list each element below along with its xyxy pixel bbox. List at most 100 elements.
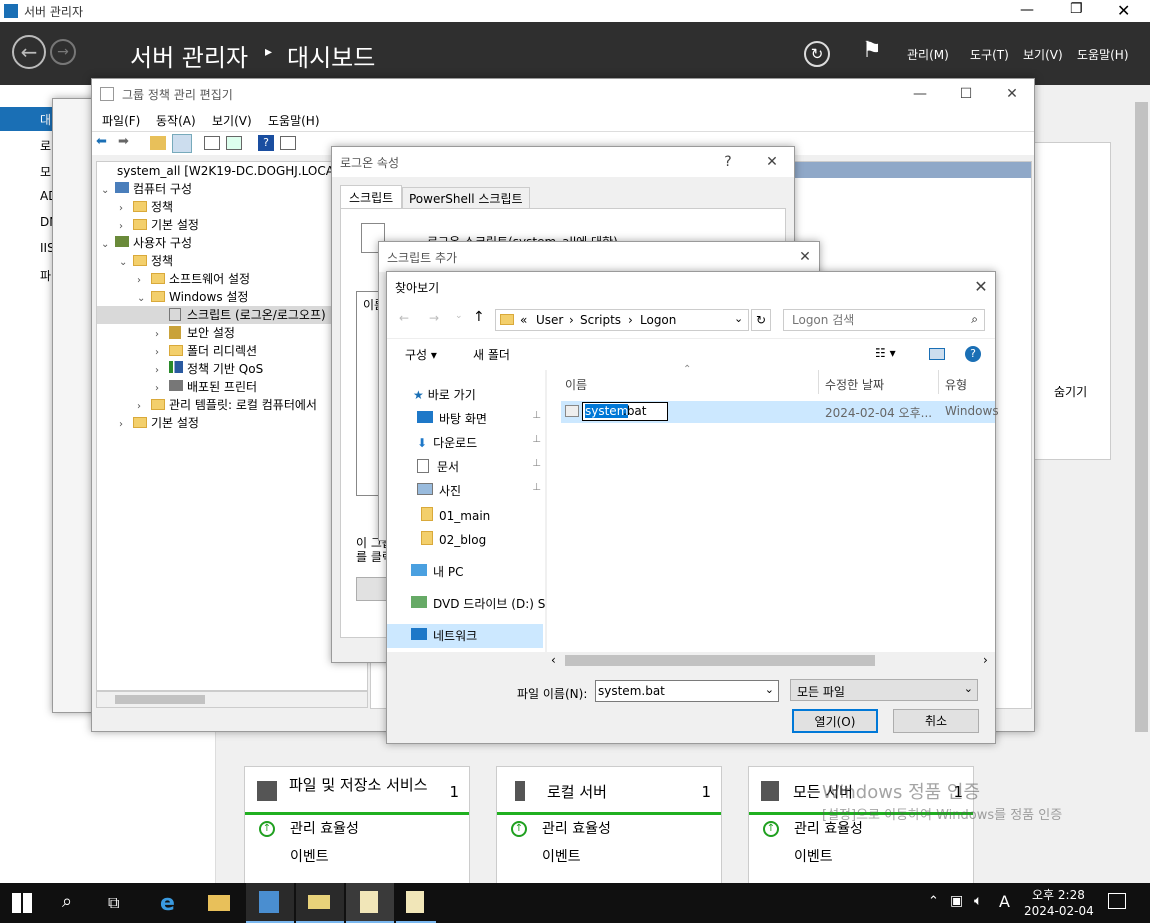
tree-item[interactable]: ⌄ 사용자 구성 (97, 234, 367, 252)
menu-action[interactable]: 동작(A) (156, 112, 196, 129)
organize-button[interactable]: 구성 ▾ (405, 346, 437, 363)
path-scripts[interactable]: Scripts (580, 313, 621, 327)
tile-row[interactable]: ↑ 관리 효율성 (245, 815, 469, 843)
sm-scrollbar[interactable] (1133, 85, 1150, 883)
path-user[interactable]: User (536, 313, 563, 327)
tree-item[interactable]: ⌄ 정책 (97, 252, 367, 270)
nav-documents[interactable]: 문서 ⊥ (417, 458, 543, 475)
task-view-icon[interactable]: ⧉ (108, 893, 119, 913)
export-icon[interactable] (226, 136, 242, 150)
tree-item[interactable]: › 관리 템플릿: 로컬 컴퓨터에서 (97, 396, 367, 414)
file-row[interactable]: system .bat 2024-02-04 오후... Windows (561, 401, 999, 423)
tree-item[interactable]: › 기본 설정 (97, 216, 367, 234)
back-icon[interactable]: ← (12, 35, 46, 69)
nav-folder-blog[interactable]: 02_blog (421, 531, 486, 547)
tile-local-server[interactable]: 로컬 서버 1 ↑ 관리 효율성 이벤트 (496, 766, 722, 886)
explorer-icon[interactable] (208, 895, 230, 911)
column-type[interactable]: 유형 (945, 376, 967, 393)
list-hscrollbar[interactable]: ‹ › (547, 652, 995, 669)
refresh-icon[interactable]: ↻ (804, 41, 830, 67)
tree-item[interactable]: › 배포된 프린터 (97, 378, 367, 396)
volume-icon[interactable]: 🔈︎ (974, 893, 982, 909)
recent-dropdown-icon[interactable]: ⌄ (455, 311, 463, 321)
nav-network[interactable]: 네트워크 (387, 624, 543, 648)
rename-box[interactable]: system .bat (582, 402, 668, 421)
column-date[interactable]: 수정한 날짜 (825, 376, 884, 393)
menu-manage[interactable]: 관리(M) (907, 46, 949, 63)
menu-tools[interactable]: 도구(T) (970, 46, 1009, 63)
properties-icon[interactable] (204, 136, 220, 150)
tile-row[interactable]: 이벤트 (245, 843, 469, 871)
address-bar[interactable]: « User › Scripts › Logon ⌄ (495, 309, 749, 331)
preview-pane-icon[interactable] (929, 348, 945, 360)
chevron-left-icon[interactable]: ‹ (551, 653, 556, 667)
tree-item-selected[interactable]: 스크립트 (로그온/로그오프) (97, 306, 367, 324)
search-icon[interactable]: ⌕ (62, 891, 72, 912)
menu-help[interactable]: 도움말(H) (1077, 46, 1129, 63)
nav-pictures[interactable]: 사진 ⊥ (417, 482, 543, 499)
ime-indicator[interactable]: A (999, 892, 1010, 911)
tree-item[interactable]: › 폴더 리디렉션 (97, 342, 367, 360)
sidebar-item-all[interactable]: 모 (40, 163, 51, 180)
gpme-taskbar-icon[interactable] (346, 883, 394, 923)
nav-quick-access[interactable]: ★ 바로 가기 (413, 386, 476, 403)
tree-item[interactable]: › 소프트웨어 설정 (97, 270, 367, 288)
help-icon[interactable]: ? (965, 346, 981, 362)
tile-row[interactable]: 이벤트 (497, 843, 721, 871)
ie-icon[interactable]: e (160, 891, 175, 916)
nav-dvd[interactable]: DVD 드라이브 (D:) S (411, 595, 545, 612)
clock-date[interactable]: 2024-02-04 (1024, 904, 1094, 918)
sidebar-item-local[interactable]: 로 (40, 137, 51, 154)
open-button[interactable]: 열기(O) (792, 709, 878, 733)
chevron-down-icon[interactable]: ⌄ (734, 312, 743, 325)
column-name[interactable]: 이름 (565, 376, 587, 393)
back-icon[interactable]: ← (399, 311, 409, 325)
menu-view[interactable]: 보기(V) (212, 112, 252, 129)
search-box[interactable]: ⌕ (783, 309, 985, 331)
maximize-button[interactable]: ❐ (1070, 1, 1083, 17)
minimize-button[interactable]: — (904, 79, 936, 109)
help-icon[interactable]: ? (258, 135, 274, 151)
tile-file-storage[interactable]: 파일 및 저장소 서비스 1 ↑ 관리 효율성 이벤트 (244, 766, 470, 886)
gpmc-taskbar-icon[interactable] (296, 883, 344, 923)
view-icon[interactable] (280, 136, 296, 150)
menu-file[interactable]: 파일(F) (102, 112, 140, 129)
flag-icon[interactable]: ⚑ (862, 38, 882, 63)
tree-root[interactable]: system_all [W2K19-DC.DOGHJ.LOCAL] 정책 (97, 162, 367, 180)
close-button[interactable]: ✕ (996, 79, 1028, 109)
server-manager-icon[interactable] (246, 883, 294, 923)
close-button[interactable]: ✕ (1117, 1, 1130, 20)
help-button[interactable]: ? (712, 147, 744, 177)
tree-item[interactable]: › 기본 설정 (97, 414, 367, 432)
close-button[interactable]: ✕ (756, 147, 788, 177)
tree-item[interactable]: › 정책 (97, 198, 367, 216)
show-tree-icon[interactable] (172, 134, 192, 153)
nav-downloads[interactable]: ⬇ 다운로드 ⊥ (417, 434, 543, 451)
chevron-right-icon[interactable]: › (983, 653, 988, 667)
hide-link[interactable]: 숨기기 (1054, 383, 1087, 400)
menu-help[interactable]: 도움말(H) (268, 112, 320, 129)
back-icon[interactable]: ⬅ (96, 134, 107, 149)
minimize-button[interactable]: — (1020, 2, 1034, 18)
search-input[interactable] (792, 311, 962, 329)
chevron-down-icon[interactable]: ⌄ (765, 683, 774, 696)
tree-hscrollbar[interactable] (96, 691, 368, 708)
clock-time[interactable]: 오후 2:28 (1032, 886, 1085, 903)
up-icon[interactable]: ↑ (473, 309, 485, 325)
menu-view[interactable]: 보기(V) (1023, 46, 1063, 63)
nav-desktop[interactable]: 바탕 화면 ⊥ (417, 410, 543, 427)
tab-scripts[interactable]: 스크립트 (340, 185, 403, 209)
forward-icon[interactable]: → (429, 311, 439, 325)
path-prefix[interactable]: « (520, 313, 527, 327)
network-icon[interactable]: ▣ (950, 893, 963, 909)
refresh-icon[interactable]: ↻ (751, 309, 771, 331)
tree-item[interactable]: › 정책 기반 QoS (97, 360, 367, 378)
tree-item[interactable]: › 보안 설정 (97, 324, 367, 342)
close-button[interactable]: ✕ (789, 242, 821, 272)
cancel-button[interactable]: 취소 (893, 709, 979, 733)
tree-item[interactable]: ⌄ 컴퓨터 구성 (97, 180, 367, 198)
notepad-taskbar-icon[interactable] (396, 883, 436, 923)
nav-folder-main[interactable]: 01_main (421, 507, 490, 523)
forward-icon[interactable]: → (50, 39, 76, 65)
notification-icon[interactable] (1108, 893, 1126, 909)
